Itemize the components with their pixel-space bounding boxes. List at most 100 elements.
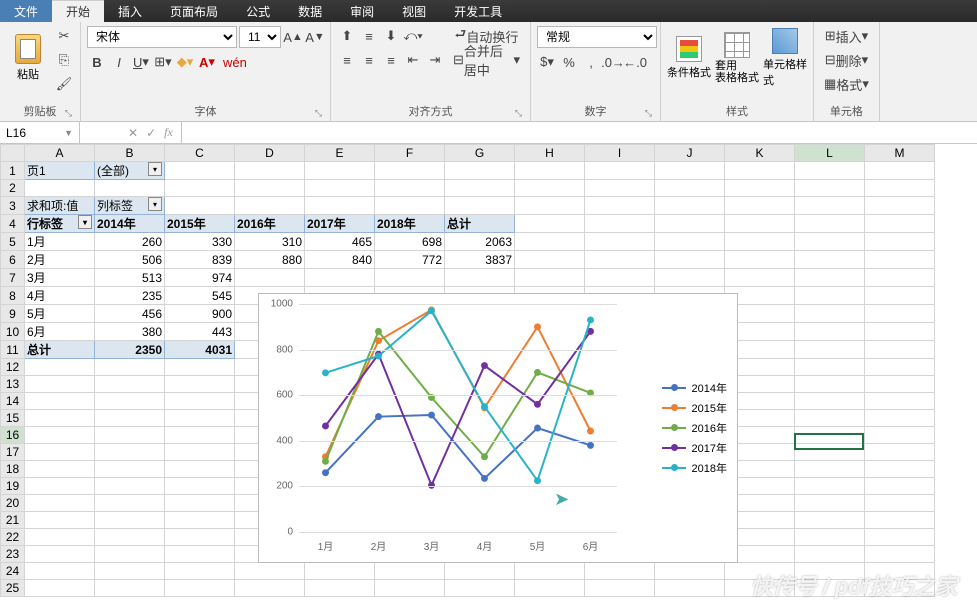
cell[interactable] <box>865 546 935 563</box>
cell[interactable] <box>375 580 445 597</box>
cell[interactable]: 380 <box>95 323 165 341</box>
cell[interactable] <box>165 180 235 197</box>
filter-dropdown-button[interactable]: ▾ <box>148 197 162 211</box>
cell[interactable] <box>795 478 865 495</box>
cell[interactable] <box>865 215 935 233</box>
cell[interactable] <box>865 180 935 197</box>
cell[interactable] <box>95 359 165 376</box>
cell[interactable] <box>165 359 235 376</box>
cell[interactable]: 772 <box>375 251 445 269</box>
cell[interactable] <box>795 287 865 305</box>
cell[interactable] <box>445 269 515 287</box>
cell[interactable] <box>445 197 515 215</box>
cell[interactable] <box>95 512 165 529</box>
cell[interactable] <box>165 529 235 546</box>
row-header[interactable]: 18 <box>1 461 25 478</box>
row-header[interactable]: 15 <box>1 410 25 427</box>
cell[interactable] <box>25 495 95 512</box>
cell[interactable] <box>305 580 375 597</box>
column-header[interactable]: D <box>235 145 305 162</box>
cell[interactable] <box>25 478 95 495</box>
row-header[interactable]: 5 <box>1 233 25 251</box>
cut-button[interactable]: ✂ <box>54 26 74 46</box>
align-middle-button[interactable]: ≡ <box>359 26 379 46</box>
cell[interactable] <box>375 269 445 287</box>
cell[interactable] <box>95 376 165 393</box>
cell[interactable]: 465 <box>305 233 375 251</box>
cell[interactable] <box>165 461 235 478</box>
filter-dropdown-button[interactable]: ▾ <box>78 215 92 229</box>
percent-button[interactable]: % <box>559 52 579 72</box>
cell[interactable] <box>585 563 655 580</box>
row-header[interactable]: 7 <box>1 269 25 287</box>
cell[interactable] <box>865 495 935 512</box>
row-header[interactable]: 6 <box>1 251 25 269</box>
increase-decimal-button[interactable]: .0→ <box>603 52 623 72</box>
row-header[interactable]: 13 <box>1 376 25 393</box>
cell[interactable] <box>25 580 95 597</box>
tab-review[interactable]: 审阅 <box>336 0 388 22</box>
cell[interactable] <box>655 180 725 197</box>
cell[interactable] <box>235 162 305 180</box>
cell[interactable] <box>655 269 725 287</box>
cell[interactable] <box>725 180 795 197</box>
cell[interactable] <box>795 359 865 376</box>
name-box[interactable]: L16▼ <box>0 122 80 143</box>
cell[interactable] <box>795 251 865 269</box>
column-header[interactable]: E <box>305 145 375 162</box>
cell[interactable] <box>305 197 375 215</box>
cell[interactable]: 行标签▾ <box>25 215 95 233</box>
tab-insert[interactable]: 插入 <box>104 0 156 22</box>
select-all-corner[interactable] <box>1 145 25 162</box>
cell[interactable]: 2016年 <box>235 215 305 233</box>
accept-formula-button[interactable]: ✓ <box>146 126 156 140</box>
cell[interactable]: 698 <box>375 233 445 251</box>
cell[interactable]: 2014年 <box>95 215 165 233</box>
cell[interactable] <box>585 197 655 215</box>
row-header[interactable]: 9 <box>1 305 25 323</box>
row-header[interactable]: 8 <box>1 287 25 305</box>
cell[interactable] <box>795 269 865 287</box>
column-header[interactable]: H <box>515 145 585 162</box>
cell[interactable] <box>655 233 725 251</box>
insert-function-button[interactable]: fx <box>164 125 173 140</box>
cell[interactable]: 3月 <box>25 269 95 287</box>
cell[interactable]: 4月 <box>25 287 95 305</box>
cell[interactable] <box>585 180 655 197</box>
cell[interactable] <box>25 393 95 410</box>
cell[interactable] <box>795 444 865 461</box>
tab-file[interactable]: 文件 <box>0 0 52 22</box>
row-header[interactable]: 20 <box>1 495 25 512</box>
cell[interactable] <box>865 233 935 251</box>
cell[interactable] <box>95 180 165 197</box>
decrease-indent-button[interactable]: ⇤ <box>403 50 423 70</box>
cell[interactable] <box>25 529 95 546</box>
cell[interactable] <box>95 563 165 580</box>
cell[interactable] <box>165 563 235 580</box>
row-header[interactable]: 23 <box>1 546 25 563</box>
line-chart[interactable]: 02004006008001000 1月2月3月4月5月6月 2014年2015… <box>258 293 738 563</box>
row-header[interactable]: 16 <box>1 427 25 444</box>
cell[interactable]: 求和项:值 <box>25 197 95 215</box>
cell[interactable] <box>795 305 865 323</box>
cell[interactable]: 880 <box>235 251 305 269</box>
column-header[interactable]: A <box>25 145 95 162</box>
cell[interactable] <box>515 269 585 287</box>
cell[interactable] <box>585 251 655 269</box>
cell[interactable] <box>655 162 725 180</box>
cell[interactable] <box>725 251 795 269</box>
cell[interactable] <box>795 197 865 215</box>
cell[interactable] <box>865 287 935 305</box>
tab-view[interactable]: 视图 <box>388 0 440 22</box>
cell[interactable] <box>795 546 865 563</box>
cell[interactable] <box>375 162 445 180</box>
cell[interactable] <box>795 495 865 512</box>
number-format-combo[interactable]: 常规 <box>537 26 657 48</box>
align-right-button[interactable]: ≡ <box>381 50 401 70</box>
cell[interactable] <box>865 461 935 478</box>
cell[interactable] <box>445 563 515 580</box>
cell[interactable] <box>165 478 235 495</box>
cell[interactable] <box>655 215 725 233</box>
cell[interactable] <box>95 495 165 512</box>
cell[interactable] <box>95 529 165 546</box>
